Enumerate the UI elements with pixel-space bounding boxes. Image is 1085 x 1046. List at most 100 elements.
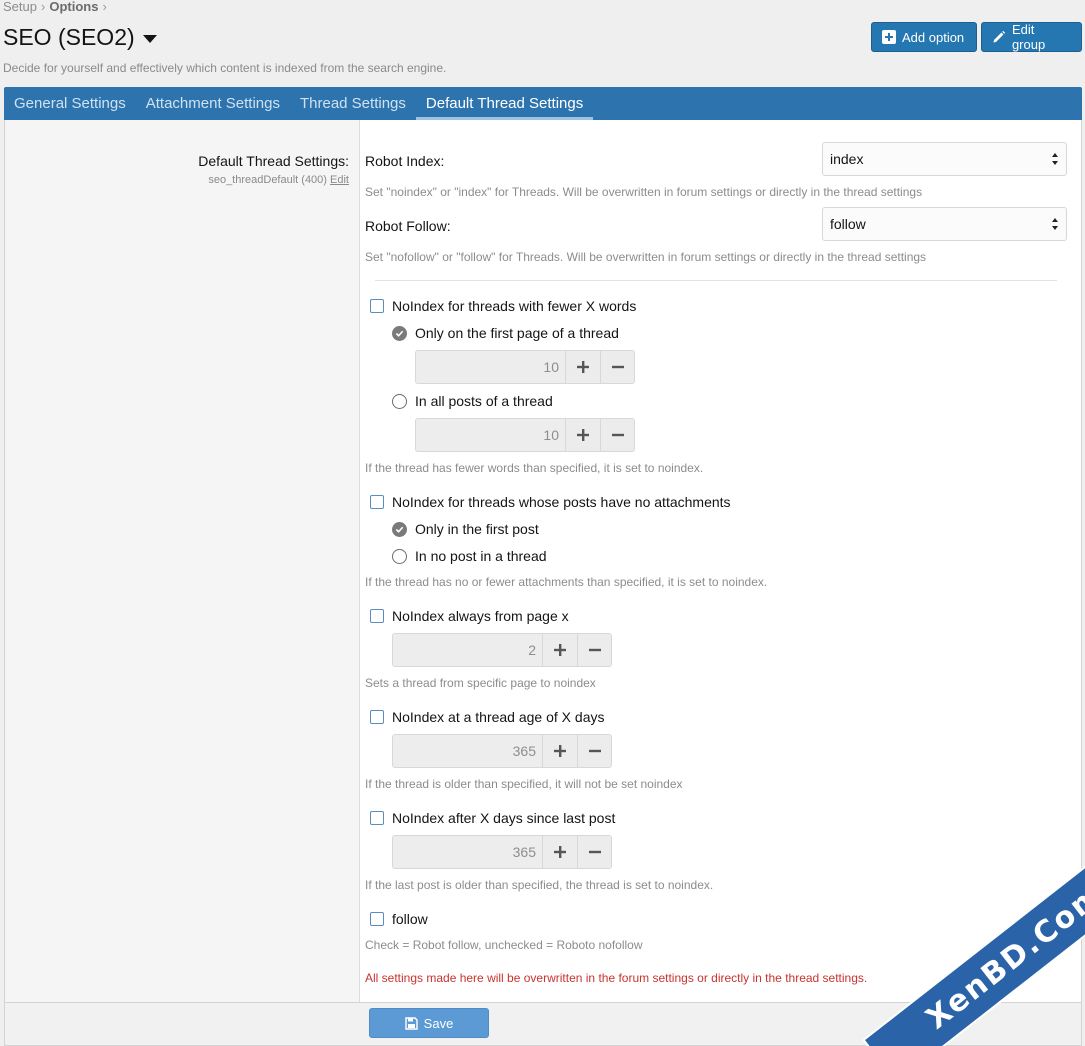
- tab-attachment-settings[interactable]: Attachment Settings: [136, 87, 290, 120]
- decrement-button[interactable]: [600, 351, 634, 383]
- plus-icon: [554, 644, 566, 656]
- fewer-words-first-radio-row[interactable]: Only on the first page of a thread: [392, 325, 619, 341]
- no-attachments-first-radio[interactable]: [392, 521, 407, 537]
- last-post-input[interactable]: 365: [393, 836, 543, 868]
- minus-icon: [588, 850, 601, 854]
- decrement-button[interactable]: [600, 419, 634, 451]
- page-description: Decide for yourself and effectively whic…: [3, 61, 447, 75]
- from-page-input[interactable]: 2: [393, 634, 543, 666]
- plus-icon: [577, 361, 589, 373]
- option-edit-link[interactable]: Edit: [330, 174, 349, 186]
- add-option-label: Add option: [902, 29, 965, 45]
- follow-checkbox[interactable]: [370, 912, 384, 926]
- option-title: Default Thread Settings:: [198, 153, 349, 169]
- last-post-checkbox[interactable]: [370, 811, 384, 825]
- last-post-stepper: 365: [392, 835, 612, 869]
- edit-group-button[interactable]: Edit group: [981, 22, 1082, 52]
- page-title-text: SEO (SEO2): [3, 24, 135, 50]
- no-attachments-none-radio-row[interactable]: In no post in a thread: [392, 548, 547, 564]
- option-id: seo_threadDefault (400) Edit: [198, 174, 349, 186]
- thread-age-input[interactable]: 365: [393, 735, 543, 767]
- increment-button[interactable]: [566, 351, 600, 383]
- no-attachments-checkbox-row[interactable]: NoIndex for threads whose posts have no …: [370, 494, 731, 510]
- from-page-checkbox-row[interactable]: NoIndex always from page x: [370, 608, 569, 624]
- fewer-words-first-input[interactable]: 10: [416, 351, 566, 383]
- fewer-words-checkbox-row[interactable]: NoIndex for threads with fewer X words: [370, 298, 636, 314]
- page-title[interactable]: SEO (SEO2): [3, 24, 157, 51]
- select-arrows-icon: [1052, 218, 1058, 230]
- option-id-text: seo_threadDefault (400): [208, 174, 327, 186]
- tab-general-settings[interactable]: General Settings: [4, 87, 136, 120]
- decrement-button[interactable]: [577, 634, 611, 666]
- divider: [375, 280, 1057, 281]
- minus-icon: [611, 365, 624, 369]
- from-page-hint: Sets a thread from specific page to noin…: [365, 676, 596, 690]
- robot-follow-hint: Set "nofollow" or "follow" for Threads. …: [365, 250, 927, 264]
- breadcrumb-options[interactable]: Options: [49, 0, 98, 14]
- fewer-words-all-input[interactable]: 10: [416, 419, 566, 451]
- thread-age-checkbox[interactable]: [370, 710, 384, 724]
- tab-thread-settings[interactable]: Thread Settings: [290, 87, 416, 120]
- caret-down-icon[interactable]: [142, 34, 157, 43]
- save-button[interactable]: Save: [369, 1008, 489, 1038]
- overwrite-warning: All settings made here will be overwritt…: [365, 971, 868, 985]
- save-label: Save: [423, 1015, 454, 1031]
- no-attachments-checkbox[interactable]: [370, 495, 384, 509]
- robot-follow-label: Robot Follow:: [365, 218, 451, 234]
- follow-label: follow: [392, 911, 428, 927]
- decrement-button[interactable]: [577, 836, 611, 868]
- thread-age-stepper: 365: [392, 734, 612, 768]
- follow-hint: Check = Robot follow, unchecked = Roboto…: [365, 938, 643, 952]
- tab-default-thread-settings[interactable]: Default Thread Settings: [415, 87, 594, 120]
- robot-index-value: index: [830, 151, 864, 167]
- robot-index-hint: Set "noindex" or "index" for Threads. Wi…: [365, 185, 923, 199]
- no-attachments-none-label: In no post in a thread: [415, 548, 547, 564]
- no-attachments-first-radio-row[interactable]: Only in the first post: [392, 521, 539, 537]
- breadcrumb-setup[interactable]: Setup: [3, 0, 37, 14]
- plus-icon: [577, 429, 589, 441]
- fewer-words-all-radio[interactable]: [392, 393, 407, 409]
- fewer-words-hint: If the thread has fewer words than speci…: [365, 461, 704, 475]
- last-post-hint: If the last post is older than specified…: [365, 878, 714, 892]
- fewer-words-all-radio-row[interactable]: In all posts of a thread: [392, 393, 553, 409]
- from-page-label: NoIndex always from page x: [392, 608, 569, 624]
- check-icon: [395, 330, 404, 337]
- decrement-button[interactable]: [577, 735, 611, 767]
- robot-index-label: Robot Index:: [365, 153, 445, 169]
- no-attachments-label: NoIndex for threads whose posts have no …: [392, 494, 731, 510]
- fewer-words-all-label: In all posts of a thread: [415, 393, 553, 409]
- fewer-words-label: NoIndex for threads with fewer X words: [392, 298, 637, 314]
- fewer-words-checkbox[interactable]: [370, 299, 384, 313]
- from-page-checkbox[interactable]: [370, 609, 384, 623]
- last-post-checkbox-row[interactable]: NoIndex after X days since last post: [370, 810, 615, 826]
- robot-follow-select[interactable]: follow: [822, 207, 1067, 241]
- breadcrumb-separator: ›: [40, 0, 46, 14]
- add-option-button[interactable]: Add option: [871, 22, 977, 52]
- thread-age-label: NoIndex at a thread age of X days: [392, 709, 605, 725]
- option-label: Default Thread Settings: seo_threadDefau…: [198, 153, 349, 186]
- robot-follow-value: follow: [830, 216, 866, 232]
- minus-icon: [588, 749, 601, 753]
- follow-checkbox-row[interactable]: follow: [370, 911, 428, 927]
- increment-button[interactable]: [543, 634, 577, 666]
- increment-button[interactable]: [543, 836, 577, 868]
- plus-icon: [554, 745, 566, 757]
- fewer-words-first-stepper: 10: [415, 350, 635, 384]
- plus-square-icon: [882, 30, 896, 44]
- tab-bar: General Settings Attachment Settings Thr…: [4, 87, 1082, 120]
- breadcrumb: Setup › Options ›: [3, 0, 111, 14]
- fewer-words-first-radio[interactable]: [392, 325, 407, 341]
- from-page-stepper: 2: [392, 633, 612, 667]
- no-attachments-first-label: Only in the first post: [415, 521, 539, 537]
- no-attachments-none-radio[interactable]: [392, 548, 407, 564]
- thread-age-checkbox-row[interactable]: NoIndex at a thread age of X days: [370, 709, 604, 725]
- increment-button[interactable]: [566, 419, 600, 451]
- last-post-label: NoIndex after X days since last post: [392, 810, 616, 826]
- minus-icon: [611, 433, 624, 437]
- increment-button[interactable]: [543, 735, 577, 767]
- option-label-column: Default Thread Settings: seo_threadDefau…: [5, 120, 360, 1002]
- thread-age-hint: If the thread is older than specified, i…: [365, 777, 683, 791]
- save-icon: [404, 1016, 418, 1030]
- robot-index-select[interactable]: index: [822, 142, 1067, 176]
- select-arrows-icon: [1052, 153, 1058, 165]
